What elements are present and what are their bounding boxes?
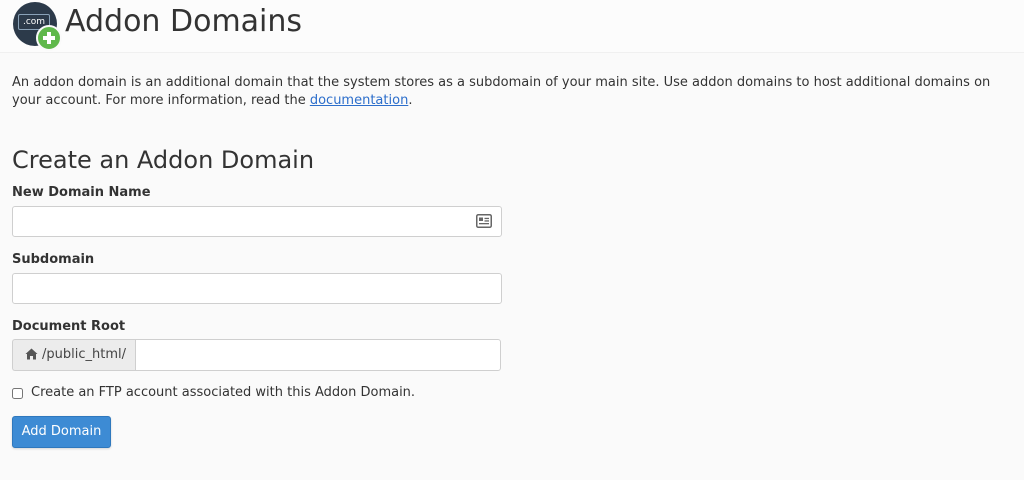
ftp-account-checkbox[interactable] [12,388,23,399]
subdomain-label: Subdomain [12,252,95,267]
add-domain-button[interactable]: Add Domain [12,416,111,448]
intro-suffix: . [408,92,413,108]
document-root-input[interactable] [135,339,501,371]
document-root-prefix-text: /public_html/ [42,347,126,362]
home-icon [25,348,38,360]
page-header: .com Addon Domains [0,0,1024,53]
plus-badge-icon [36,25,62,51]
document-root-prefix: /public_html/ [12,339,135,371]
page-title: Addon Domains [65,4,303,39]
document-root-group: /public_html/ [12,339,501,371]
section-title: Create an Addon Domain [12,146,315,174]
intro-body: An addon domain is an additional domain … [12,75,991,108]
document-root-label: Document Root [12,319,126,334]
addon-domains-page: .com Addon Domains An addon domain is an… [0,0,1024,480]
addon-domain-icon: .com [13,2,62,51]
id-card-icon[interactable] [476,214,492,228]
new-domain-input[interactable] [12,206,502,237]
intro-text: An addon domain is an additional domain … [12,74,1022,109]
subdomain-input[interactable] [12,273,502,304]
documentation-link[interactable]: documentation [310,93,408,108]
ftp-account-label[interactable]: Create an FTP account associated with th… [31,384,415,402]
new-domain-label: New Domain Name [12,185,151,200]
